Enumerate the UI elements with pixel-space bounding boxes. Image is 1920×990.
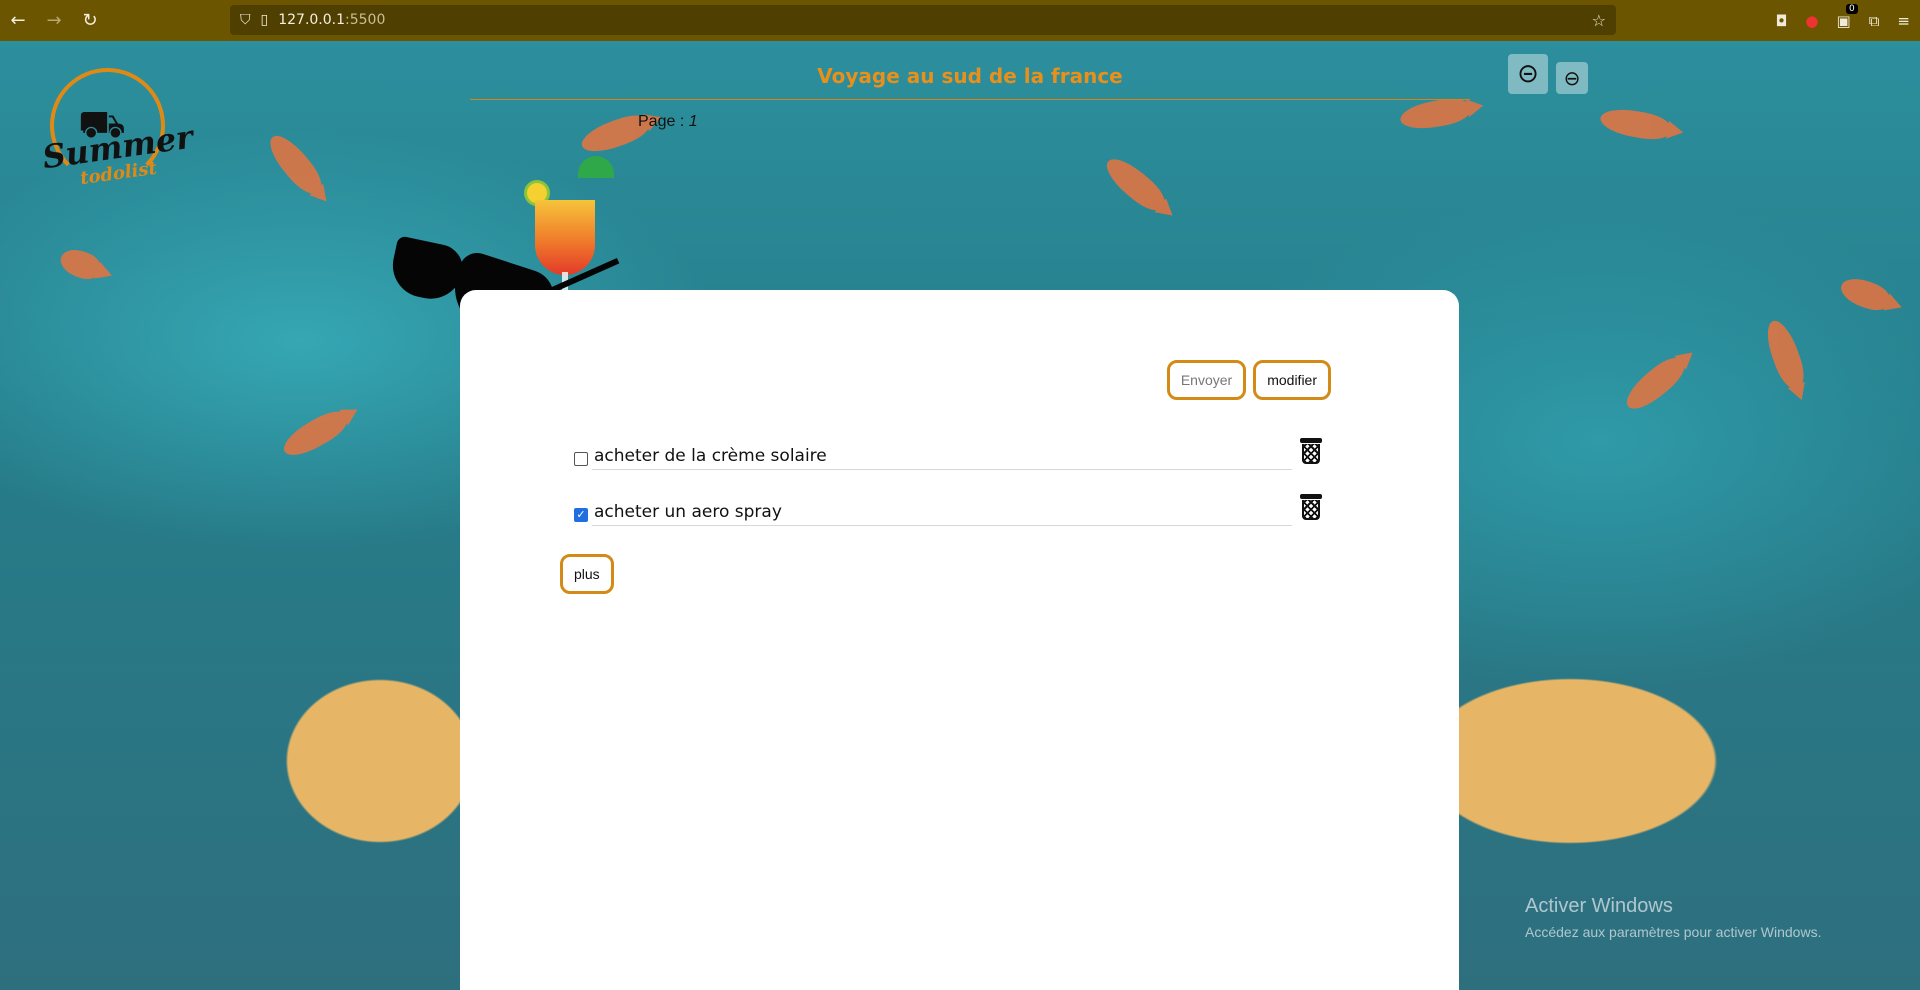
koi-fish — [1099, 151, 1171, 217]
url-host: 127.0.0.1 — [278, 12, 346, 28]
todo-card: Envoyer modifier acheter de la crème sol… — [460, 290, 1459, 990]
todo-item: ✓ acheter un aero spray — [574, 494, 1324, 556]
action-buttons: Envoyer modifier — [1166, 360, 1331, 400]
back-icon[interactable]: ← — [0, 3, 36, 39]
todo-text-field[interactable]: acheter de la crème solaire — [592, 446, 1292, 470]
koi-fish — [1760, 316, 1810, 392]
menu-icon[interactable]: ≡ — [1897, 12, 1910, 30]
page-navigation: ⊝ ⊖ — [1508, 54, 1588, 94]
koi-fish — [1619, 351, 1691, 417]
page-title: Voyage au sud de la france — [817, 64, 1123, 88]
todo-checkbox[interactable]: ✓ — [574, 508, 588, 522]
watermark-title: Activer Windows — [1525, 895, 1673, 917]
windows-activation-watermark: Activer Windows Accédez aux paramètres p… — [1525, 895, 1821, 940]
summer-todolist-logo: ⛟ Summer todolist — [40, 68, 195, 198]
add-item-button[interactable]: plus — [560, 554, 614, 594]
trash-icon[interactable] — [1300, 438, 1322, 464]
extensions-icon[interactable]: ⧉ — [1869, 12, 1880, 30]
trash-icon[interactable] — [1300, 494, 1322, 520]
koi-fish — [1398, 95, 1472, 133]
koi-fish — [1837, 273, 1893, 315]
address-bar[interactable]: ⛉ ▯ 127.0.0.1:5500 ☆ — [230, 5, 1616, 35]
title-divider — [470, 99, 1470, 100]
addon-icon[interactable]: ● — [1805, 12, 1818, 30]
forward-icon[interactable]: → — [36, 3, 72, 39]
previous-page-icon[interactable]: ⊖ — [1556, 62, 1588, 94]
bookmark-star-icon[interactable]: ☆ — [1592, 11, 1606, 30]
next-page-icon[interactable]: ⊝ — [1508, 54, 1548, 94]
koi-fish — [56, 244, 104, 284]
todo-checkbox[interactable] — [574, 452, 588, 466]
pocket-icon[interactable]: ◘ — [1776, 12, 1788, 30]
koi-fish — [278, 405, 352, 463]
todo-text-field[interactable]: acheter un aero spray — [592, 502, 1292, 526]
reload-icon[interactable]: ↻ — [72, 3, 108, 39]
koi-fish — [1598, 105, 1672, 143]
page-number: 1 — [688, 113, 698, 130]
page-indicator: Page : 1 — [638, 113, 698, 131]
browser-toolbar: ← → ↻ ⛉ ▯ 127.0.0.1:5500 ☆ ◘ ● ▣ 0 ⧉ ≡ — [0, 0, 1920, 41]
watermark-subtitle: Accédez aux paramètres pour activer Wind… — [1525, 924, 1822, 940]
shield-icon: ⛉ — [240, 12, 251, 28]
extension-badge-icon[interactable]: ▣ 0 — [1837, 3, 1858, 30]
page-icon: ▯ — [260, 12, 269, 28]
extension-badge-count: 0 — [1845, 3, 1858, 14]
todo-item: acheter de la crème solaire — [574, 438, 1324, 500]
edit-button[interactable]: modifier — [1253, 360, 1331, 400]
page-label: Page : — [638, 113, 685, 130]
todo-list: acheter de la crème solaire ✓ acheter un… — [574, 438, 1324, 556]
koi-fish — [262, 128, 328, 200]
url-port: :5500 — [345, 12, 386, 28]
send-button[interactable]: Envoyer — [1166, 360, 1247, 400]
